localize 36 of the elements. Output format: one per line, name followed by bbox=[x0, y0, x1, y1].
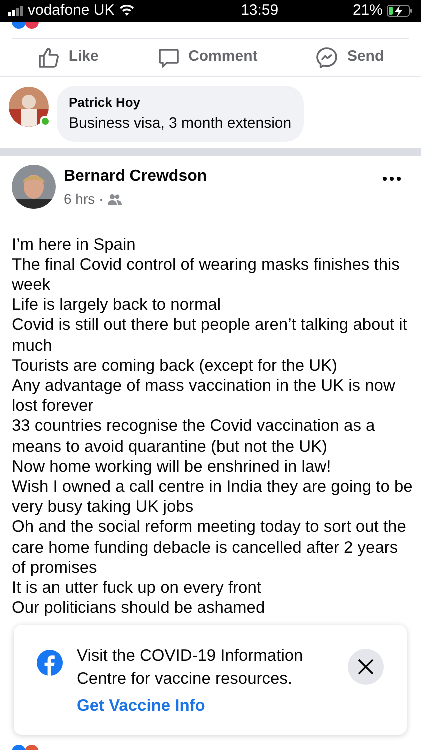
battery-percent: 21% bbox=[352, 0, 383, 21]
wifi-icon bbox=[118, 5, 135, 17]
vaccine-info-link[interactable]: Get Vaccine Info bbox=[77, 694, 334, 719]
comment-text: Business visa, 3 month extension bbox=[69, 114, 292, 134]
thumbs-up-icon bbox=[36, 46, 61, 70]
banner-text: Visit the COVID-19 Information Centre for vaccine resources. bbox=[77, 646, 304, 690]
post-text-line: Covid is still out there but people aren’t talking about it much bbox=[12, 315, 408, 356]
friends-icon bbox=[108, 194, 122, 204]
post-text-line: Any advantage of mass vaccination in the UK is now lost forever bbox=[12, 376, 396, 416]
avatar[interactable] bbox=[12, 165, 56, 209]
post-text-line: 33 countries recognise the Covid vaccination as a means to avoid quarantine (but not the UK) bbox=[12, 416, 376, 457]
post-text-line: Oh and the social reform meeting today to sort out the care home funding debacle is cancelled after 2 years of promises bbox=[12, 517, 408, 578]
close-button[interactable] bbox=[348, 649, 384, 685]
messenger-icon bbox=[315, 46, 340, 70]
send-button[interactable]: Send bbox=[307, 42, 392, 74]
post-text-line: It is an utter fuck up on every front bbox=[12, 578, 262, 598]
comment-author[interactable]: Patrick Hoy bbox=[69, 93, 292, 112]
carrier-name: vodafone UK bbox=[28, 0, 115, 21]
like-button[interactable]: Like bbox=[28, 42, 107, 74]
post-text-line: Wish I owned a call centre in India they are going to be very busy taking UK jobs bbox=[12, 476, 413, 518]
battery-charging-icon bbox=[387, 5, 413, 17]
post-text-line: Our politicians should be ashamed bbox=[12, 598, 266, 618]
post-text-line: Now home working will be enshrined in law! bbox=[12, 456, 332, 477]
facebook-logo-icon[interactable] bbox=[37, 650, 63, 676]
post-text-line: I’m here in Spain bbox=[12, 234, 137, 255]
close-icon bbox=[358, 659, 374, 675]
post-text-line: Life is largely back to normal bbox=[12, 295, 222, 316]
clock-time: 13:59 bbox=[241, 0, 279, 21]
post-author[interactable]: Bernard Crewdson bbox=[64, 164, 375, 188]
post-text-line: The final Covid control of wearing masks finishes this week bbox=[12, 254, 401, 296]
reaction-icon bbox=[12, 22, 42, 30]
more-options-icon[interactable] bbox=[383, 176, 401, 180]
post-text-line: Tourists are coming back (except for the UK) bbox=[12, 356, 339, 376]
post-time[interactable]: 6 hrs · bbox=[64, 188, 104, 210]
comment-button[interactable]: Comment bbox=[148, 42, 266, 74]
signal-icon bbox=[8, 6, 24, 16]
